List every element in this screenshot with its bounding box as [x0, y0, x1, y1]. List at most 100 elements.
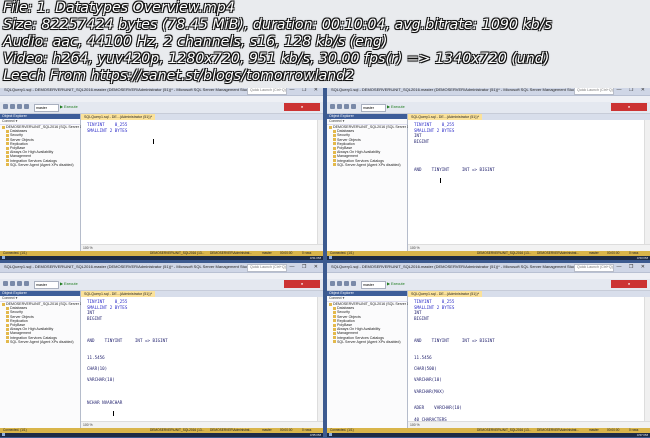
- execute-button[interactable]: ▶ Execute: [60, 104, 78, 109]
- new-query-icon[interactable]: [330, 104, 335, 109]
- query-editor[interactable]: SQLQuery1.sql - DE...(Administrator (51)…: [408, 114, 650, 251]
- vertical-scrollbar[interactable]: [317, 297, 323, 421]
- save-icon[interactable]: [344, 281, 349, 286]
- code-line: CHAR(10): [87, 366, 108, 372]
- folder-icon: [333, 331, 336, 335]
- open-file-icon[interactable]: [337, 281, 342, 286]
- recording-badge: ●: [611, 280, 647, 288]
- folder-icon: [6, 129, 9, 133]
- quick-launch-input[interactable]: Quick Launch (Ctrl+Q): [247, 87, 287, 95]
- folder-icon: [333, 327, 336, 331]
- database-select[interactable]: master: [361, 281, 386, 289]
- code-line: INT: [414, 310, 422, 316]
- query-tab[interactable]: SQLQuery1.sql - DE...(Administrator (51)…: [408, 291, 483, 297]
- undo-icon[interactable]: [351, 281, 356, 286]
- code-line: VARCHAR(MAX): [414, 388, 445, 394]
- undo-icon[interactable]: [24, 104, 29, 109]
- execute-button[interactable]: ▶ Execute: [387, 104, 405, 109]
- taskbar-clock: 4:57 PM: [636, 433, 648, 437]
- folder-icon: [6, 327, 9, 331]
- windows-start-icon[interactable]: [2, 256, 5, 259]
- audio-line: Audio: aac, 44100 Hz, 2 channels, s16, 1…: [3, 34, 388, 50]
- save-icon[interactable]: [17, 281, 22, 286]
- save-icon[interactable]: [17, 104, 22, 109]
- folder-icon: [6, 315, 9, 319]
- folder-icon: [6, 138, 9, 142]
- new-query-icon[interactable]: [3, 104, 8, 109]
- window-controls[interactable]: — ❐ ✕: [290, 264, 321, 270]
- code-line: AND TINYINT INT => BIGINT: [414, 166, 495, 172]
- tree-node[interactable]: SQL Server Agent (Agent XPs disabled): [0, 340, 80, 344]
- windows-start-icon[interactable]: [2, 433, 5, 436]
- recording-badge: ●: [284, 103, 320, 111]
- query-editor[interactable]: SQLQuery1.sql - DE...(Administrator (51)…: [81, 114, 323, 251]
- folder-icon: [6, 310, 9, 314]
- code-line: INT: [414, 133, 422, 139]
- vertical-scrollbar[interactable]: [317, 120, 323, 244]
- open-file-icon[interactable]: [10, 104, 15, 109]
- vertical-scrollbar[interactable]: [644, 120, 650, 244]
- query-editor[interactable]: SQLQuery1.sql - DE...(Administrator (51)…: [408, 291, 650, 437]
- file-line: File: 1. Datatypes Overview.mp4: [3, 0, 235, 16]
- execute-button[interactable]: ▶ Execute: [387, 281, 405, 286]
- tree-node[interactable]: SQL Server Agent (Agent XPs disabled): [327, 163, 407, 167]
- open-file-icon[interactable]: [337, 104, 342, 109]
- folder-icon: [333, 133, 336, 137]
- code-line: VARCHAR(10): [87, 377, 115, 383]
- code-line: SMALLINT 2 BYTES: [414, 127, 455, 133]
- taskbar: 4:53 PM: [327, 256, 650, 260]
- open-file-icon[interactable]: [10, 281, 15, 286]
- folder-icon: [6, 340, 9, 344]
- quick-launch-input[interactable]: Quick Launch (Ctrl+Q): [247, 264, 287, 272]
- vertical-scrollbar[interactable]: [644, 297, 650, 421]
- recording-badge: ●: [284, 280, 320, 288]
- query-tab[interactable]: SQLQuery1.sql - DE...(Administrator (51)…: [81, 114, 156, 120]
- zoom-level[interactable]: 100 %: [408, 244, 650, 251]
- code-line: VARCHAR(10): [414, 377, 442, 383]
- tree-node[interactable]: SQL Server Agent (Agent XPs disabled): [0, 163, 80, 167]
- query-editor[interactable]: SQLQuery1.sql - DE...(Administrator (51)…: [81, 291, 323, 428]
- ssms-window-thumbnail-4: SQLQuery1.sql - DEMOSERVER\UNIT_SQL2016.…: [327, 263, 650, 437]
- code-line: TINYINT 0_255: [414, 122, 455, 127]
- database-select[interactable]: master: [34, 281, 59, 289]
- taskbar-clock: 4:53 PM: [636, 256, 648, 260]
- quick-launch-input[interactable]: Quick Launch (Ctrl+Q): [574, 264, 614, 272]
- folder-icon: [333, 154, 336, 158]
- query-tab[interactable]: SQLQuery1.sql - DE...(Administrator (51)…: [81, 291, 156, 297]
- windows-start-icon[interactable]: [329, 256, 332, 259]
- folder-icon: [6, 323, 9, 327]
- windows-start-icon[interactable]: [329, 433, 332, 436]
- zoom-level[interactable]: 100 %: [81, 421, 323, 428]
- server-icon: [329, 125, 332, 129]
- database-select[interactable]: master: [34, 104, 59, 112]
- save-icon[interactable]: [344, 104, 349, 109]
- text-cursor: [113, 411, 114, 416]
- window-controls[interactable]: — ❐ ✕: [617, 264, 648, 270]
- zoom-level[interactable]: 100 %: [81, 244, 323, 251]
- title-bar: SQLQuery1.sql - DEMOSERVER\UNIT_SQL2016.…: [327, 263, 650, 273]
- quick-launch-placeholder: Quick Launch (Ctrl+Q): [250, 88, 286, 92]
- tree-node-label: SQL Server Agent (Agent XPs disabled): [10, 339, 74, 344]
- new-query-icon[interactable]: [330, 281, 335, 286]
- undo-icon[interactable]: [351, 104, 356, 109]
- execute-button[interactable]: ▶ Execute: [60, 281, 78, 286]
- quick-launch-input[interactable]: Quick Launch (Ctrl+Q): [574, 87, 614, 95]
- code-line: ADER VARCHAR(10): [414, 405, 462, 411]
- folder-icon: [6, 331, 9, 335]
- undo-icon[interactable]: [24, 281, 29, 286]
- database-select[interactable]: master: [361, 104, 386, 112]
- folder-icon: [333, 150, 336, 154]
- tree-node-label: SQL Server Agent (Agent XPs disabled): [337, 162, 401, 167]
- zoom-level[interactable]: 100 %: [408, 421, 650, 428]
- folder-icon: [6, 319, 9, 323]
- tree-node[interactable]: SQL Server Agent (Agent XPs disabled): [327, 340, 407, 344]
- new-query-icon[interactable]: [3, 281, 8, 286]
- code-line: NCHAR NVARCHAR: [87, 399, 123, 405]
- taskbar: 4:55 PM: [0, 433, 323, 437]
- folder-icon: [6, 159, 9, 163]
- query-tab[interactable]: SQLQuery1.sql - DE...(Administrator (51)…: [408, 114, 483, 120]
- folder-icon: [333, 340, 336, 344]
- taskbar-clock: 4:51 PM: [309, 256, 321, 260]
- tree-node-label: SQL Server Agent (Agent XPs disabled): [10, 162, 74, 167]
- folder-icon: [333, 129, 336, 133]
